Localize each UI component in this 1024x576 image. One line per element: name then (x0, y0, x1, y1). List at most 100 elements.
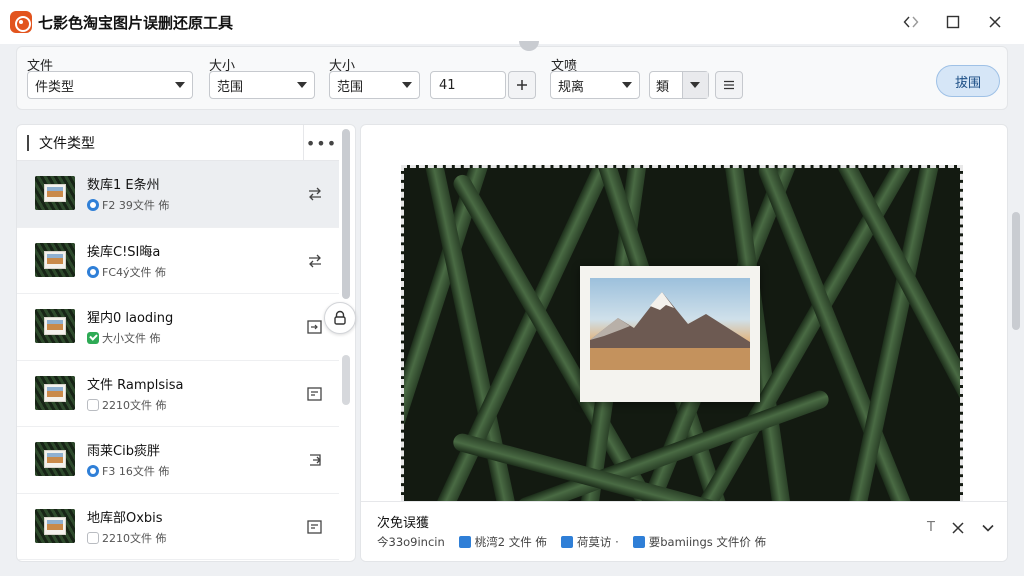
file-meta-text: 2210文件 佈 (102, 398, 167, 412)
preview-info-bar: 次免误獲 今33ᴏ9incin 桃湾2 文件 佈 荷莫访 · 要bamiings… (361, 501, 1007, 561)
chevron-down-icon (297, 82, 307, 88)
file-name: 雨莱Cib痰胖 (87, 444, 160, 459)
filter-toolbar: 文件 件类型 大小 范围 大小 范围 41 文喷 规离 類 拔围 (16, 41, 1008, 110)
rule-select-value: 规离 (558, 79, 585, 95)
folder-icon (560, 536, 573, 548)
file-meta: 大小文件 佈 (87, 330, 161, 346)
file-name: 猩内0 laoding (87, 311, 174, 326)
file-meta: F2 39文件 佈 (87, 197, 169, 213)
file-thumbnail (35, 309, 75, 343)
sort-select-value: 類 (656, 79, 670, 95)
file-meta-text: F2 39文件 佈 (102, 199, 170, 212)
file-list-panel: 文件类型 ••• 数库1 E条州 F2 39文件 佈 挨库C!SI晦a FC4ý… (16, 124, 356, 562)
image-preview-panel: 次免误獲 今33ᴏ9incin 桃湾2 文件 佈 荷莫访 · 要bamiings… (360, 124, 1008, 562)
restore-button[interactable]: 拔围 (936, 65, 1000, 97)
list-item[interactable]: 雨莱Cib痰胖 F3 16文件 佈 (17, 427, 339, 494)
file-meta-text: FC4ý文件 佈 (102, 265, 167, 279)
size-range2-select-value: 范围 (337, 79, 364, 95)
lock-toggle-button[interactable] (324, 302, 356, 334)
polaroid-photo (580, 266, 760, 402)
lock-icon (334, 310, 346, 325)
restore-arrow-icon[interactable] (305, 252, 325, 270)
size-range-select[interactable]: 范围 (209, 71, 315, 99)
file-list-header: 文件类型 ••• (17, 125, 339, 161)
file-thumbnail (35, 442, 75, 476)
list-item[interactable]: 挨库C!SI晦a FC4ý文件 佈 (17, 228, 339, 294)
rule-select[interactable]: 规离 (550, 71, 640, 99)
maximize-icon[interactable] (934, 6, 972, 38)
preview-meta: 今33ᴏ9incin 桃湾2 文件 佈 荷莫访 · 要bamiings 文件价 … (377, 534, 766, 550)
preview-meta-prefix: 今33ᴏ9incin (377, 535, 445, 549)
preview-actions: T (927, 520, 995, 535)
file-meta-text: 大小文件 佈 (102, 332, 161, 345)
file-thumbnail (35, 375, 75, 410)
file-type-select-value: 件类型 (35, 79, 75, 95)
header-accent-bar (27, 134, 29, 151)
menu-icon (724, 80, 734, 90)
list-item[interactable]: 文件 Ramplsisa 2210文件 佈 (17, 361, 339, 427)
mountain-scene (590, 278, 750, 370)
file-thumbnail (35, 508, 75, 543)
number-input[interactable]: 41 (430, 71, 506, 99)
file-meta-text: F3 16文件 佈 (102, 465, 170, 478)
empty-box-icon (87, 398, 99, 411)
scrollbar-thumb-secondary[interactable] (342, 355, 350, 405)
export-icon[interactable] (305, 518, 325, 536)
meta-chip: 桃湾2 文件 佈 (458, 534, 547, 550)
file-name: 挨库C!SI晦a (87, 244, 161, 260)
title-bar: 七影色淘宝图片误删还原工具 (0, 0, 1024, 44)
chevron-down-icon (402, 82, 412, 88)
blue-drop-icon (87, 199, 99, 211)
file-name: 文件 Ramplsisa (87, 377, 184, 393)
window-controls (892, 0, 1014, 44)
export-icon[interactable] (305, 385, 325, 403)
file-meta: 2210文件 佈 (87, 530, 167, 546)
app-logo-icon (10, 11, 32, 33)
meta-chip-label: 桃湾2 文件 佈 (474, 535, 547, 549)
file-type-select[interactable]: 件类型 (27, 71, 193, 99)
toolbar-drag-handle[interactable] (519, 41, 539, 51)
more-options-button[interactable]: ••• (303, 125, 339, 161)
list-item[interactable]: 数库1 E条州 F2 39文件 佈 (17, 161, 339, 228)
nav-back-forward-icon[interactable] (892, 6, 930, 38)
green-check-icon (87, 332, 99, 344)
file-list-title: 文件类型 (39, 135, 95, 152)
file-list-scrollbar[interactable] (341, 129, 351, 557)
app-title: 七影色淘宝图片误删还原工具 (38, 13, 234, 32)
image-icon (458, 536, 471, 548)
chevron-down-icon (690, 82, 700, 88)
size-range2-select[interactable]: 范围 (329, 71, 420, 99)
scrollbar-thumb[interactable] (342, 129, 350, 299)
close-icon[interactable] (951, 521, 965, 535)
add-button[interactable] (508, 71, 536, 99)
restore-arrow-icon[interactable] (305, 185, 325, 203)
empty-box-icon (87, 531, 99, 544)
file-thumbnail (35, 176, 75, 210)
blue-disc-icon (87, 465, 99, 477)
preview-tick-label: T (927, 520, 935, 535)
window-scrollbar[interactable] (1012, 212, 1020, 330)
file-thumbnail (35, 242, 75, 277)
list-menu-button[interactable] (715, 71, 743, 99)
list-item[interactable]: 地库部Oxbis 2210文件 佈 (17, 494, 339, 560)
file-list: 数库1 E条州 F2 39文件 佈 挨库C!SI晦a FC4ý文件 佈 猩内0 … (17, 161, 339, 560)
blue-disc-icon (87, 265, 99, 278)
sort-select[interactable]: 類 (649, 71, 709, 99)
meta-chip: 要bamiings 文件价 佈 (632, 534, 767, 550)
chevron-down-icon (175, 82, 185, 88)
size-range-select-value: 范围 (217, 79, 244, 95)
meta-chip-label: 荷莫访 · (576, 535, 619, 549)
document-icon (632, 536, 645, 548)
preview-image (401, 165, 963, 501)
chevron-down-icon[interactable] (981, 521, 995, 535)
close-icon[interactable] (976, 6, 1014, 38)
export-icon[interactable] (305, 318, 325, 336)
file-meta: 2210文件 佈 (87, 397, 167, 413)
restore-arrow-icon[interactable] (305, 451, 325, 469)
meta-chip-label: 要bamiings 文件价 佈 (648, 535, 767, 549)
chevron-down-icon (622, 82, 632, 88)
file-meta: F3 16文件 佈 (87, 463, 169, 479)
file-meta: FC4ý文件 佈 (87, 264, 166, 280)
file-name: 数库1 E条州 (87, 178, 160, 193)
list-item[interactable]: 猩内0 laoding 大小文件 佈 (17, 294, 339, 361)
